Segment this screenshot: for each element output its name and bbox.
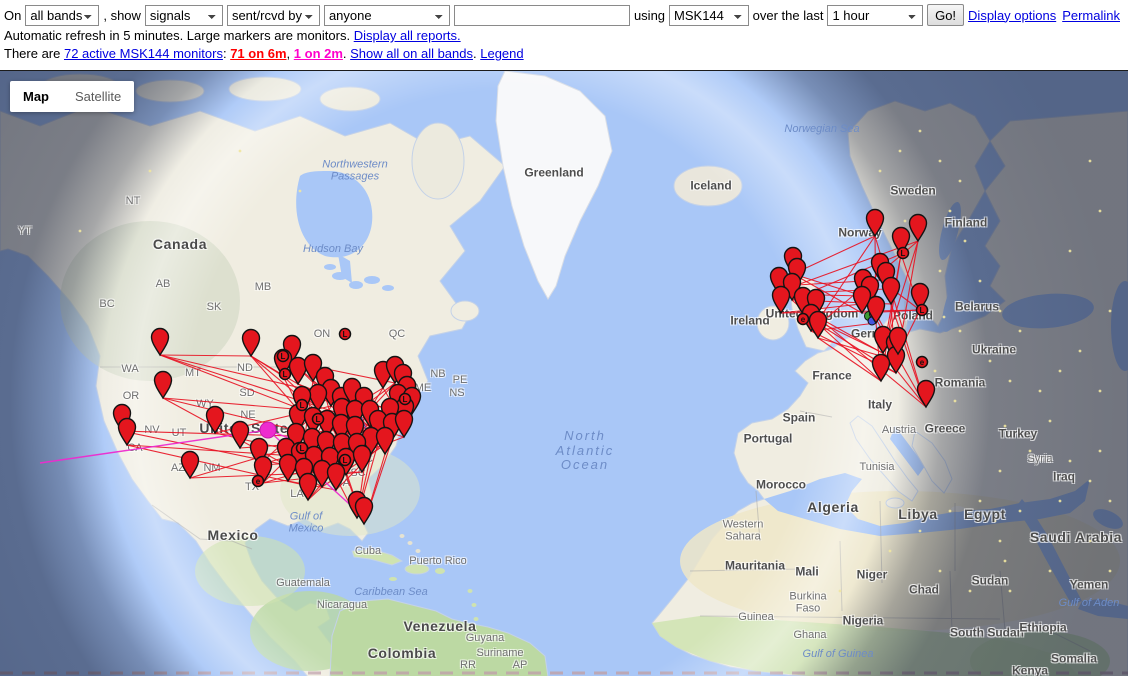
show-label: , show [103, 8, 141, 23]
map-canvas[interactable]: YTNTCanadaABBCSKMBONQCNBPENSMEWAMTNDSDWY… [0, 70, 1128, 676]
monitor-pin[interactable] [155, 372, 172, 399]
permalink-link[interactable]: Permalink [1062, 8, 1120, 23]
monitors-6m-link[interactable]: 71 on 6m [230, 46, 286, 61]
report-badge-letter: L [403, 395, 408, 404]
monitor-pin[interactable] [883, 278, 900, 305]
monitor-pin[interactable] [918, 381, 935, 408]
report-badge-letter: L [901, 249, 906, 258]
mode-select[interactable]: MSK144 [669, 5, 749, 26]
monitor-2m-marker[interactable] [260, 422, 276, 438]
map-type-control: Map Satellite [10, 81, 134, 112]
monitor-pin[interactable] [810, 312, 827, 339]
report-badge-letter: e [801, 315, 806, 324]
monitor-pin[interactable] [243, 330, 260, 357]
signal-path-line [160, 355, 251, 356]
signal-path-line [818, 338, 881, 381]
report-badge-letter: L [920, 306, 925, 315]
monitor-pin[interactable] [396, 411, 413, 438]
toolbar: On all bands , show signals sent/rcvd by… [0, 0, 1128, 70]
show-all-bands-link[interactable]: Show all on all bands [350, 46, 473, 61]
using-label: using [634, 8, 665, 23]
pskreporter-app: On all bands , show signals sent/rcvd by… [0, 0, 1128, 676]
report-badge-letter: L [316, 415, 321, 424]
signals-select[interactable]: signals [145, 5, 223, 26]
report-badge-letter: L [343, 330, 348, 339]
sentrcvd-select[interactable]: sent/rcvd by [227, 5, 320, 26]
go-button[interactable]: Go! [927, 4, 964, 26]
report-badge-letter: L [300, 401, 305, 410]
band-select[interactable]: all bands [25, 5, 99, 26]
query-toolbar: On all bands , show signals sent/rcvd by… [0, 0, 1128, 27]
display-all-reports-link[interactable]: Display all reports. [354, 28, 461, 43]
callsign-input[interactable] [454, 5, 630, 26]
monitor-pin[interactable] [232, 422, 249, 449]
monitor-pin[interactable] [300, 474, 317, 501]
monitor-pin[interactable] [119, 419, 136, 446]
refresh-text: Automatic refresh in 5 minutes. Large ma… [4, 28, 354, 43]
overlast-label: over the last [753, 8, 824, 23]
tab-satellite[interactable]: Satellite [62, 81, 134, 112]
monitor-pin[interactable] [773, 287, 790, 314]
monitors-line: There are 72 active MSK144 monitors: 71 … [0, 46, 1128, 63]
anyone-select[interactable]: anyone [324, 5, 450, 26]
legend-link[interactable]: Legend [480, 46, 523, 61]
monitor-pin[interactable] [867, 210, 884, 237]
monitor-pin[interactable] [152, 329, 169, 356]
monitor-pin[interactable] [910, 215, 927, 242]
report-badge-letter: L [281, 352, 286, 361]
comma-text: , [287, 46, 294, 61]
monitor-pin[interactable] [356, 498, 373, 525]
monitor-pin[interactable] [377, 428, 394, 455]
header-links: Display options Permalink [968, 8, 1124, 23]
report-badge-letter: L [343, 456, 348, 465]
signal-path-line [816, 316, 926, 407]
there-are-text: There are [4, 46, 64, 61]
period-select[interactable]: 1 hour [827, 5, 923, 26]
on-label: On [4, 8, 21, 23]
display-options-link[interactable]: Display options [968, 8, 1056, 23]
monitor-pin[interactable] [182, 452, 199, 479]
markers-layer: LLLLLLeLLeLeL [0, 71, 1128, 676]
tab-map[interactable]: Map [10, 81, 62, 112]
report-badge-letter: L [300, 444, 305, 453]
status-line: Automatic refresh in 5 minutes. Large ma… [0, 27, 1128, 46]
report-badge-letter: L [283, 370, 288, 379]
report-badge-letter: e [920, 358, 925, 367]
monitors-2m-link[interactable]: 1 on 2m [294, 46, 343, 61]
active-monitors-link[interactable]: 72 active MSK144 monitors [64, 46, 223, 61]
report-badge-letter: e [256, 477, 261, 486]
